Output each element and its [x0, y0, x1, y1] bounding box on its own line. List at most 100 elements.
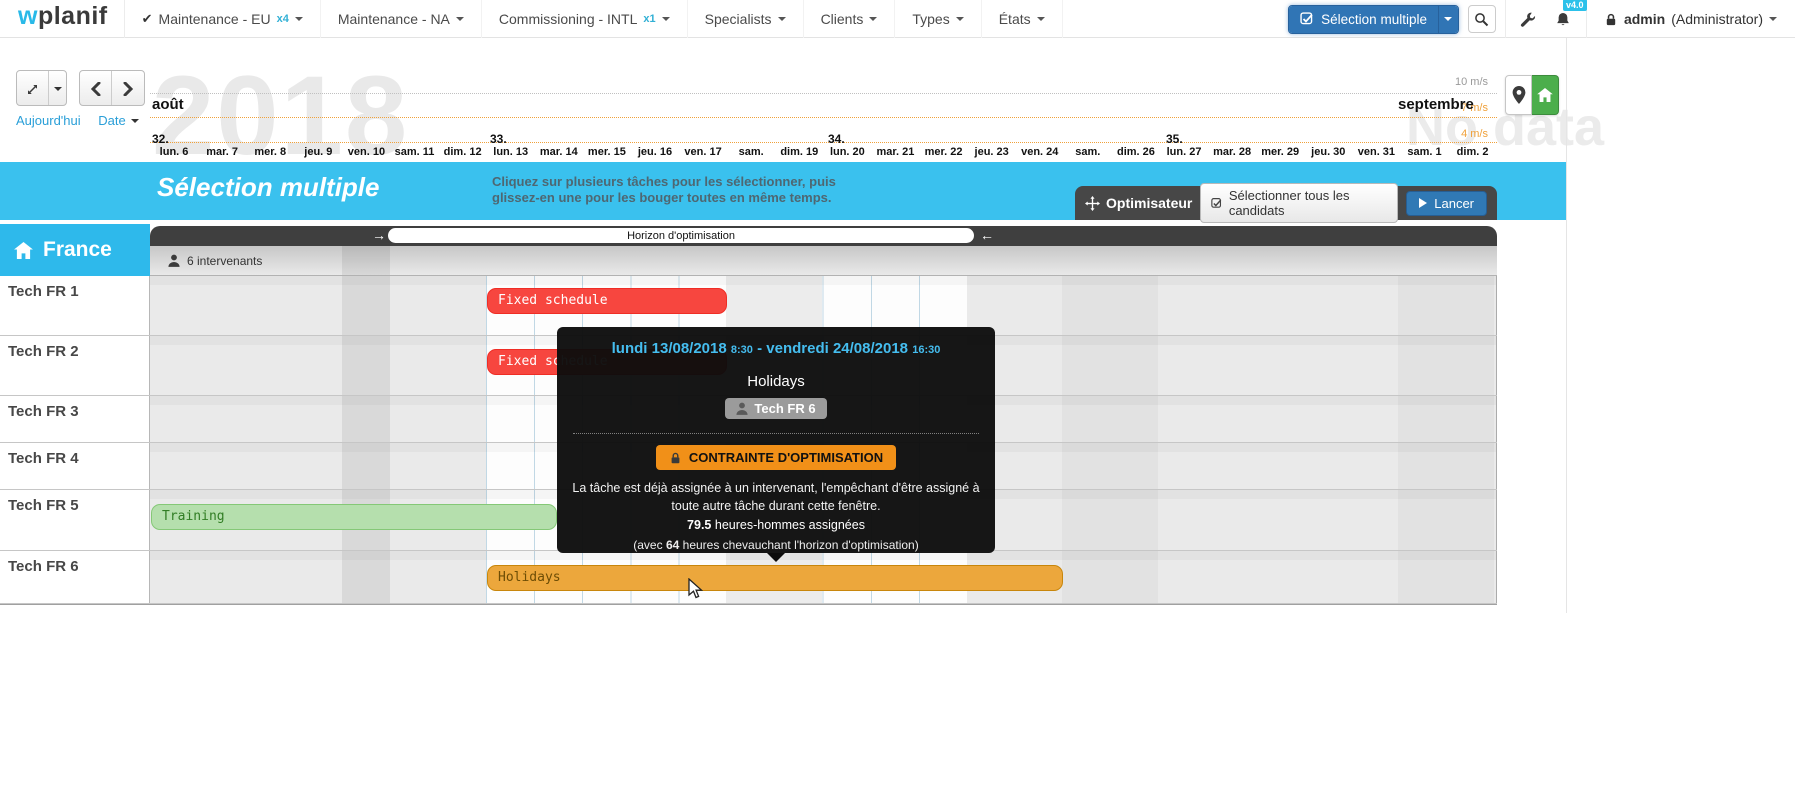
menu-label: États	[999, 11, 1031, 27]
day-header: jeu. 23	[968, 146, 1016, 158]
date-dropdown[interactable]: Date	[98, 113, 138, 128]
chevron-down-icon	[456, 17, 464, 21]
move-arrows-icon	[1085, 196, 1100, 211]
day-header: sam. 11	[390, 146, 438, 158]
tooltip-hours-label: heures-hommes assignées	[715, 518, 865, 532]
launch-label: Lancer	[1434, 196, 1474, 211]
multi-select-split-button: Sélection multiple	[1288, 5, 1459, 34]
menu-label: Clients	[821, 11, 864, 27]
task-training[interactable]: Training	[151, 504, 557, 530]
banner-title: Sélection multiple	[157, 172, 380, 203]
tooltip-body-line1: La tâche est déjà assignée à un interven…	[571, 479, 981, 497]
day-header: lun. 6	[150, 146, 198, 158]
resources-count-row: 6 intervenants	[150, 246, 1497, 276]
tooltip-constraint-badge: CONTRAINTE D'OPTIMISATION	[656, 445, 896, 470]
day-header: mar. 21	[871, 146, 919, 158]
multi-select-label: Sélection multiple	[1321, 12, 1427, 27]
wind-speed-label: 4 m/s	[1428, 128, 1488, 140]
day-header: mar. 7	[198, 146, 246, 158]
chevron-down-icon	[1037, 17, 1045, 21]
day-header: mar. 14	[535, 146, 583, 158]
tooltip-overlap-value: 64	[666, 538, 679, 552]
tooltip-separator	[573, 433, 979, 434]
menu-types[interactable]: Types	[895, 0, 981, 38]
tooltip-overlap-suffix: heures chevauchant l'horizon d'optimisat…	[683, 538, 919, 552]
group-name: France	[43, 238, 112, 262]
wind-gridline	[150, 142, 1497, 143]
optimizer-label-group: Optimisateur	[1085, 195, 1192, 211]
menu-label: Specialists	[705, 11, 772, 27]
chevron-down-icon	[1444, 17, 1452, 21]
multi-select-button[interactable]: Sélection multiple	[1289, 6, 1438, 33]
multi-select-caret[interactable]	[1438, 6, 1458, 33]
app-logo[interactable]: wplanif	[0, 2, 124, 35]
next-period-button[interactable]	[112, 71, 144, 106]
day-header: jeu. 16	[631, 146, 679, 158]
menu-label: Commissioning - INTL	[499, 11, 637, 27]
logo-rest: planif	[38, 2, 108, 30]
play-icon	[1419, 198, 1427, 208]
menu-maintenance-na[interactable]: Maintenance - NA	[321, 0, 482, 38]
tooltip-assignee-badge: Tech FR 6	[725, 398, 826, 419]
tooltip-start-time: 8:30	[731, 344, 753, 356]
map-marker-button[interactable]	[1505, 75, 1532, 115]
chevron-left-icon	[90, 82, 102, 96]
multi-select-banner: Sélection multiple Cliquez sur plusieurs…	[0, 162, 1566, 220]
task-holidays[interactable]: Holidays	[487, 565, 1063, 591]
previous-period-button[interactable]	[80, 71, 112, 106]
search-button[interactable]	[1468, 5, 1496, 33]
day-header: mer. 29	[1256, 146, 1304, 158]
menu-maintenance-eu[interactable]: ✔ Maintenance - EU x4	[125, 0, 321, 38]
banner-desc-line1: Cliquez sur plusieurs tâches pour les sé…	[492, 174, 836, 190]
day-header: dim. 12	[439, 146, 487, 158]
navigate-button-group	[79, 70, 145, 106]
search-icon	[1474, 12, 1489, 27]
resource-label: Tech FR 5	[0, 490, 150, 550]
zoom-caret-button[interactable]	[49, 71, 66, 106]
menu-etats[interactable]: États	[982, 0, 1063, 38]
group-header-france[interactable]: France	[0, 224, 150, 276]
menu-specialists[interactable]: Specialists	[688, 0, 804, 38]
day-header: jeu. 9	[294, 146, 342, 158]
tooltip-start-date: lundi 13/08/2018	[612, 340, 727, 357]
fit-range-button[interactable]	[17, 71, 49, 106]
logo-w: w	[18, 2, 38, 30]
chevron-down-icon	[956, 17, 964, 21]
home-icon	[1537, 88, 1553, 102]
banner-description: Cliquez sur plusieurs tâches pour les sé…	[492, 174, 836, 206]
chevron-down-icon	[662, 17, 670, 21]
notifications-button[interactable]: v4.0	[1549, 11, 1577, 28]
banner-desc-line2: glissez-en une pour les bouger toutes en…	[492, 190, 836, 206]
optimization-horizon-handle[interactable]: Horizon d'optimisation	[388, 228, 974, 243]
chevron-down-icon	[1769, 17, 1777, 21]
day-header: sam. 1	[1400, 146, 1448, 158]
lock-icon	[669, 451, 682, 465]
horizon-right-arrow[interactable]: ←	[980, 227, 994, 243]
select-all-candidates-button[interactable]: Sélectionner tous les candidats	[1200, 183, 1398, 223]
launch-button[interactable]: Lancer	[1406, 191, 1487, 216]
week-number: 32.	[152, 132, 169, 146]
tooltip-hours-value: 79.5	[687, 518, 711, 532]
settings-wrench-button[interactable]	[1515, 11, 1540, 28]
tooltip-task-name: Holidays	[571, 373, 981, 390]
user-menu[interactable]: admin (Administrator)	[1596, 11, 1785, 27]
chevron-down-icon	[778, 17, 786, 21]
select-all-label: Sélectionner tous les candidats	[1229, 188, 1387, 218]
day-header: ven. 31	[1352, 146, 1400, 158]
main-menu: ✔ Maintenance - EU x4 Maintenance - NA C…	[125, 0, 1063, 38]
horizon-left-arrow[interactable]: →	[372, 227, 386, 243]
menu-label: Maintenance - NA	[338, 11, 450, 27]
today-link[interactable]: Aujourd'hui	[16, 113, 81, 128]
zoom-button-group	[16, 70, 67, 106]
menu-clients[interactable]: Clients	[804, 0, 896, 38]
optimizer-label: Optimisateur	[1106, 195, 1192, 211]
map-home-split-button	[1505, 75, 1559, 115]
mouse-cursor	[688, 578, 704, 600]
home-icon	[14, 242, 33, 259]
menu-label: Maintenance - EU	[159, 11, 271, 27]
resources-count: 6 intervenants	[187, 254, 262, 268]
home-view-button[interactable]	[1532, 75, 1559, 115]
task-fixed-schedule-1[interactable]: Fixed schedule	[487, 288, 727, 314]
menu-commissioning-intl[interactable]: Commissioning - INTL x1	[482, 0, 688, 38]
calendar-toolbar: Aujourd'hui Date	[16, 70, 153, 128]
